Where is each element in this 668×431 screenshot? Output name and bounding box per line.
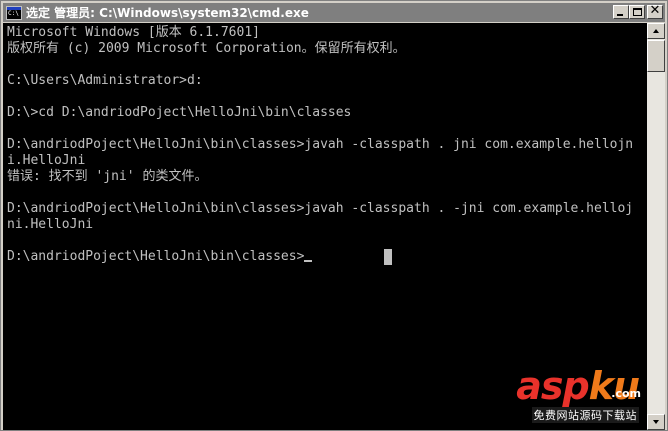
maximize-button[interactable] [629,5,645,19]
maximize-icon [633,8,642,16]
console-line: Microsoft Windows [版本 6.1.7601] [7,25,260,40]
prompt-text: D:\andriodPoject\HelloJni\bin\classes> [7,249,305,264]
cmd-window: 选定 管理员: C:\Windows\system32\cmd.exe ✕ Mi… [0,0,668,431]
scroll-up-arrow-icon [653,29,659,33]
prompt-line[interactable]: D:\andriodPoject\HelloJni\bin\classes> [7,249,633,265]
console-line: D:\andriodPoject\HelloJni\bin\classes>ja… [7,201,634,216]
site-watermark: aspku .com 免费网站源码下载站 [469,364,641,423]
watermark-subtitle: 免费网站源码下载站 [531,407,639,423]
watermark-logo-ku: ku [588,364,640,408]
watermark-logo-asp: asp [516,364,589,408]
console-line: 错误: 找不到 'jni' 的类文件。 [7,169,208,184]
close-icon: ✕ [649,3,661,18]
console-line: i.HelloJni [7,153,86,168]
close-button[interactable]: ✕ [647,3,663,19]
scroll-down-button[interactable] [647,414,665,430]
console-lines: Microsoft Windows [版本 6.1.7601] 版权所有 (c)… [7,25,633,265]
text-caret [304,260,313,262]
watermark-tld: .com [611,387,641,400]
scroll-thumb[interactable] [647,40,665,72]
console-line: C:\Users\Administrator>d: [7,73,203,88]
minimize-icon [617,14,623,16]
title-bar[interactable]: 选定 管理员: C:\Windows\system32\cmd.exe ✕ [3,3,665,22]
caption-buttons: ✕ [613,3,663,19]
vertical-scrollbar[interactable] [647,23,665,430]
scroll-down-arrow-icon [653,420,659,424]
watermark-logo: aspku [516,364,640,408]
console-line: 版权所有 (c) 2009 Microsoft Corporation。保留所有… [7,41,406,56]
console-line: D:\>cd D:\andriodPoject\HelloJni\bin\cla… [7,105,352,120]
console-output-area[interactable]: Microsoft Windows [版本 6.1.7601] 版权所有 (c)… [3,23,647,430]
window-title: 选定 管理员: C:\Windows\system32\cmd.exe [26,6,309,20]
selection-block-cursor [384,249,392,265]
cmd-console-icon[interactable] [6,5,22,20]
minimize-button[interactable] [613,5,629,19]
scroll-up-button[interactable] [647,23,665,39]
console-line: D:\andriodPoject\HelloJni\bin\classes>ja… [7,137,634,152]
console-line: ni.HelloJni [7,217,94,232]
